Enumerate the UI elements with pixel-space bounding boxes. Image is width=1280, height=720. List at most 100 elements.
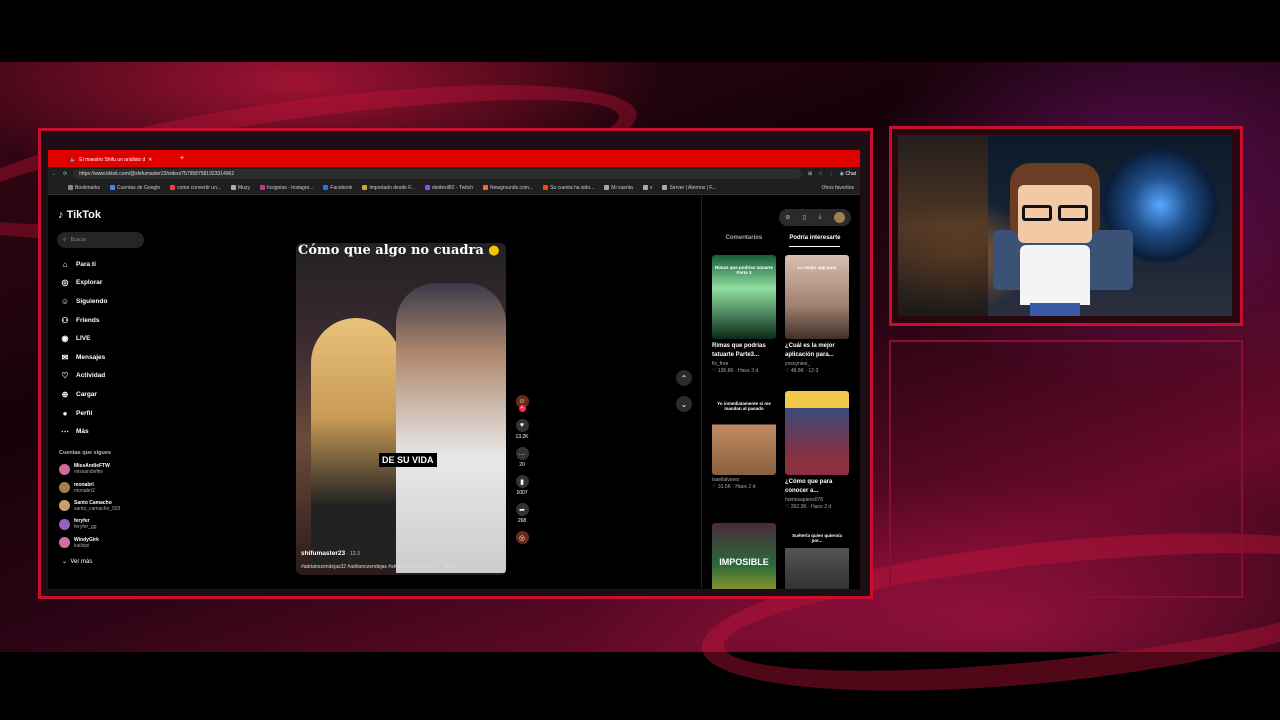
suggestion-thumbnail: IMPOSIBLE xyxy=(712,523,776,589)
tags-text: #adrianozendejas32 #adrianozendejas #shi… xyxy=(301,564,440,570)
tiktok-logo[interactable]: ♪ TikTok xyxy=(58,209,101,221)
sidebar-item-following[interactable]: ☺ Siguiendo xyxy=(60,292,108,311)
see-more-button[interactable]: ⌄ Ver más xyxy=(62,558,92,565)
share-icon: ➦ xyxy=(515,503,529,516)
suggestion-stats: ♡ 31.5K · Hace 2 d xyxy=(712,484,756,490)
video-actions: ☺ + ♥ 13.2K … 20 ▮ 1007 ➦ 268 ◎ xyxy=(511,395,533,551)
sidebar-nav: ⌂ Para ti ◎ Explorar ☺ Siguiendo ⚇ Friends ◉ LIVE… xyxy=(60,255,108,441)
search-input[interactable]: ⚲ Buscar xyxy=(57,232,144,248)
suggestion-card[interactable]: Suéter/a quien quiero/a por... xyxy=(785,523,849,589)
other-bookmarks[interactable]: Otros favoritos xyxy=(821,185,854,191)
close-tab-icon[interactable]: ✕ xyxy=(148,157,152,163)
like-button[interactable]: ♥ 13.2K xyxy=(511,419,533,440)
sidebar-item-live[interactable]: ◉ LIVE xyxy=(60,329,107,348)
tab-bar: 🔈 El maestro Shifu un análisis d ✕ + xyxy=(48,150,860,167)
bookmark-icon xyxy=(424,185,430,190)
chat-button[interactable]: ◉ Chat xyxy=(840,171,856,177)
bookmark-item[interactable]: Server | Aternos | F... xyxy=(662,185,716,191)
sidebar-item-profile[interactable]: ● Perfil xyxy=(60,404,107,423)
bookmark-item[interactable]: Importado desde F... xyxy=(362,185,415,191)
suggestion-card[interactable]: La mejor app para ¿Cuál es la mejor aplic… xyxy=(785,255,849,375)
bookmark-item[interactable]: Facebook xyxy=(323,185,352,191)
save-button[interactable]: ▮ 1007 xyxy=(511,475,533,496)
sidebar-item-inbox[interactable]: ✉ Mensajes xyxy=(60,348,107,367)
thumbnail-overlay-text: Rimas que podrías tatuarte Parte 3 xyxy=(715,265,774,275)
follow-plus-icon[interactable]: + xyxy=(518,405,526,412)
scene-left-wall xyxy=(898,135,988,316)
sidebar-item-home[interactable]: ⌂ Para ti xyxy=(60,255,107,274)
bookmark-label: Su cuenta ha sido... xyxy=(550,184,595,191)
following-text: monabri monabri2 xyxy=(74,482,95,494)
suggestion-author: fiz_free xyxy=(712,361,729,367)
chevron-down-icon[interactable]: ⌄ xyxy=(676,396,692,412)
emoji-icon: ● xyxy=(488,243,500,258)
suggestion-title: ¿Cuál es la mejor aplicación para... xyxy=(785,343,835,358)
following-item[interactable]: WindyGirk katlispi xyxy=(59,534,120,552)
following-text: feryfer feryfer_gg xyxy=(74,518,97,530)
more-link[interactable]: más xyxy=(444,564,453,570)
following-item[interactable]: MissAndieFTW missandieftw xyxy=(59,460,120,478)
compass-icon: ◎ xyxy=(61,278,69,288)
sidebar-item-friends[interactable]: ⚇ Friends xyxy=(60,311,107,330)
like-count: 13.2K xyxy=(515,434,529,440)
sidebar-item-label: LIVE xyxy=(76,335,91,343)
comment-button[interactable]: … 20 xyxy=(511,447,533,468)
suggestion-card[interactable]: Yo inmediatamente si me mandan al pasado… xyxy=(712,391,776,491)
bookmark-icon xyxy=(543,185,549,190)
bookmark-item[interactable]: Newgrounds.com... xyxy=(483,185,533,191)
menu-icon[interactable]: ⋮ xyxy=(829,171,834,177)
device-icon[interactable]: ▯ xyxy=(803,214,806,221)
suggestion-card[interactable]: ¿Cómo que para conocer a... homosapiens07… xyxy=(785,391,849,511)
share-button[interactable]: ➦ 268 xyxy=(511,503,533,524)
creator-avatar[interactable]: ☺ + xyxy=(511,395,533,412)
video-caption: DE SU VIDA xyxy=(379,453,437,467)
bookmark-item[interactable]: Muzy xyxy=(231,185,250,191)
bookmark-label: Importado desde F... xyxy=(369,184,415,191)
sidebar-item-compass[interactable]: ◎ Explorar xyxy=(60,274,107,293)
following-item[interactable]: Santo Camacho santo_camacho_593 xyxy=(59,497,120,515)
suggestion-card[interactable]: IMPOSIBLE xyxy=(712,523,776,589)
sound-disc[interactable]: ◎ xyxy=(511,531,533,544)
sidebar-item-more[interactable]: ⋯ Más xyxy=(60,422,107,441)
url-field[interactable]: https://www.tiktok.com/@shifumaster23/vi… xyxy=(73,169,802,179)
download-icon[interactable]: ⤓ xyxy=(819,214,822,221)
tab-comments[interactable]: Comentarios xyxy=(726,235,763,247)
new-tab-icon[interactable]: + xyxy=(180,155,184,162)
bookmark-item[interactable]: Insignias - Instagra... xyxy=(259,185,313,191)
bookmark-label: Cuentas de Google xyxy=(117,184,161,191)
bookmark-item[interactable]: Cuentas de Google xyxy=(110,185,160,191)
tab-suggestions[interactable]: Podría interesarte xyxy=(789,235,841,247)
suggestion-title: ¿Cómo que para conocer a... xyxy=(785,479,833,494)
bookmarks-bar: Bookmarks Cuentas de Google como convertir… xyxy=(48,181,860,195)
thumbnail-overlay-text: Yo inmediatamente si me mandan al pasado xyxy=(717,401,771,411)
video-tags: #adrianozendejas32 #adrianozendejas #shi… xyxy=(301,564,454,570)
following-item[interactable]: feryfer feryfer_gg xyxy=(59,515,120,533)
bookmark-item[interactable]: Mi cuenta xyxy=(604,185,633,191)
back-icon[interactable]: ← xyxy=(52,171,57,177)
sidebar-item-activity[interactable]: ♡ Actividad xyxy=(60,367,107,386)
chat-label: Chat xyxy=(845,171,856,177)
chevron-up-icon[interactable]: ⌃ xyxy=(676,370,692,386)
bookmark-item[interactable]: v xyxy=(642,185,652,191)
profile-icon[interactable] xyxy=(833,212,845,223)
bookmark-item[interactable]: deidevil82 - Twitch xyxy=(424,185,473,191)
glasses-icon xyxy=(1022,205,1052,221)
browser-tab[interactable]: 🔈 El maestro Shifu un análisis d ✕ xyxy=(66,153,176,167)
suggestion-card[interactable]: Rimas que podrías tatuarte Parte 3 Rimas … xyxy=(712,255,776,375)
following-item[interactable]: monabri monabri2 xyxy=(59,478,120,496)
sidebar-item-label: Cargar xyxy=(76,390,97,398)
bookmark-item[interactable]: Su cuenta ha sido... xyxy=(543,185,594,191)
sidebar-item-upload[interactable]: ⊕ Cargar xyxy=(60,385,107,404)
bookmark-icon xyxy=(362,185,368,190)
bookmark-item[interactable]: Bookmarks xyxy=(68,185,100,191)
video-player[interactable] xyxy=(296,243,506,575)
star-icon[interactable]: ☆ xyxy=(818,171,822,177)
bookmark-item[interactable]: como convertir un... xyxy=(170,185,221,191)
video-author[interactable]: shifumaster23 · 12-3 xyxy=(301,550,360,557)
following-handle: monabri2 xyxy=(74,487,95,494)
suggestion-thumbnail: Rimas que podrías tatuarte Parte 3 xyxy=(712,255,776,339)
upload-icon: ⊕ xyxy=(61,389,69,399)
pip-icon[interactable]: ⊘ xyxy=(785,214,790,221)
refresh-icon[interactable]: ⟳ xyxy=(63,171,67,177)
extension-icon[interactable]: ⊞ xyxy=(808,171,812,177)
